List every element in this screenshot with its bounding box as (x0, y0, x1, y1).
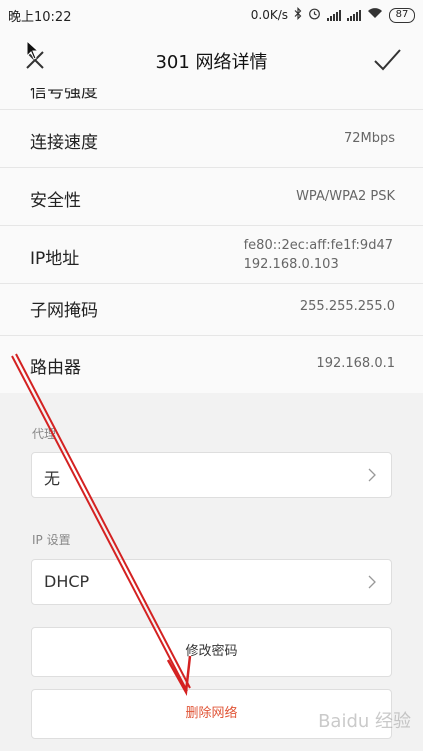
modify-password-button[interactable]: 修改密码 (31, 627, 392, 677)
proxy-label: 代理 (32, 427, 57, 441)
network-speed: 0.0K/s (250, 8, 288, 22)
detail-row-value: 72Mbps (343, 131, 395, 146)
title-bar: 301 网络详情 (0, 30, 423, 88)
detail-row-label: 信号强度 (30, 88, 98, 102)
watermark-logo: Baidu 经验 (318, 711, 411, 732)
cursor-icon (26, 40, 40, 60)
detail-row-value: WPA/WPA2 PSK (296, 189, 395, 204)
alarm-icon (308, 7, 321, 24)
signal-icon-2 (347, 9, 361, 21)
confirm-button[interactable] (371, 44, 403, 76)
status-time: 晚上10:22 (8, 9, 72, 25)
network-details: 信号强度 连接速度 72Mbps 安全性 WPA/WPA2 PSK IP地址 f… (0, 88, 423, 393)
wifi-icon (367, 7, 383, 23)
detail-row-security: 安全性 WPA/WPA2 PSK (0, 169, 423, 226)
detail-row-speed: 连接速度 72Mbps (0, 111, 423, 168)
signal-icon (327, 9, 341, 21)
detail-row-label: IP地址 (30, 249, 80, 269)
detail-row-router: 路由器 192.168.0.1 (0, 336, 423, 393)
detail-row-label: 路由器 (30, 358, 81, 378)
detail-row-label: 安全性 (30, 191, 81, 211)
ipv4-value: 192.168.0.103 (243, 257, 339, 272)
chevron-right-icon (368, 468, 376, 482)
detail-row-label: 子网掩码 (30, 301, 98, 321)
ipv6-value: fe80::2ec:aff:fe1f:9d47 (243, 238, 393, 253)
ip-settings-label: IP 设置 (32, 533, 71, 547)
battery-icon: 87 (389, 7, 415, 23)
detail-row-subnet-mask: 子网掩码 255.255.255.0 (0, 279, 423, 336)
detail-row-partial: 信号强度 (0, 88, 423, 110)
ip-settings-select[interactable]: DHCP (31, 559, 392, 605)
status-bar: 晚上10:22 0.0K/s 87 (0, 0, 423, 30)
ip-settings-value: DHCP (44, 572, 90, 591)
detail-row-ip-address: IP地址 fe80::2ec:aff:fe1f:9d47 192.168.0.1… (0, 227, 423, 284)
detail-row-value: 255.255.255.0 (299, 299, 395, 314)
proxy-select[interactable]: 无 (31, 452, 392, 498)
bluetooth-icon (294, 6, 302, 24)
detail-row-label: 连接速度 (30, 133, 98, 153)
proxy-value: 无 (44, 469, 61, 488)
chevron-right-icon (368, 575, 376, 589)
page-title: 301 网络详情 (155, 52, 268, 73)
detail-row-value: fe80::2ec:aff:fe1f:9d47 192.168.0.103 (244, 236, 393, 274)
checkmark-icon (374, 49, 401, 71)
detail-row-value: 192.168.0.1 (316, 356, 395, 371)
